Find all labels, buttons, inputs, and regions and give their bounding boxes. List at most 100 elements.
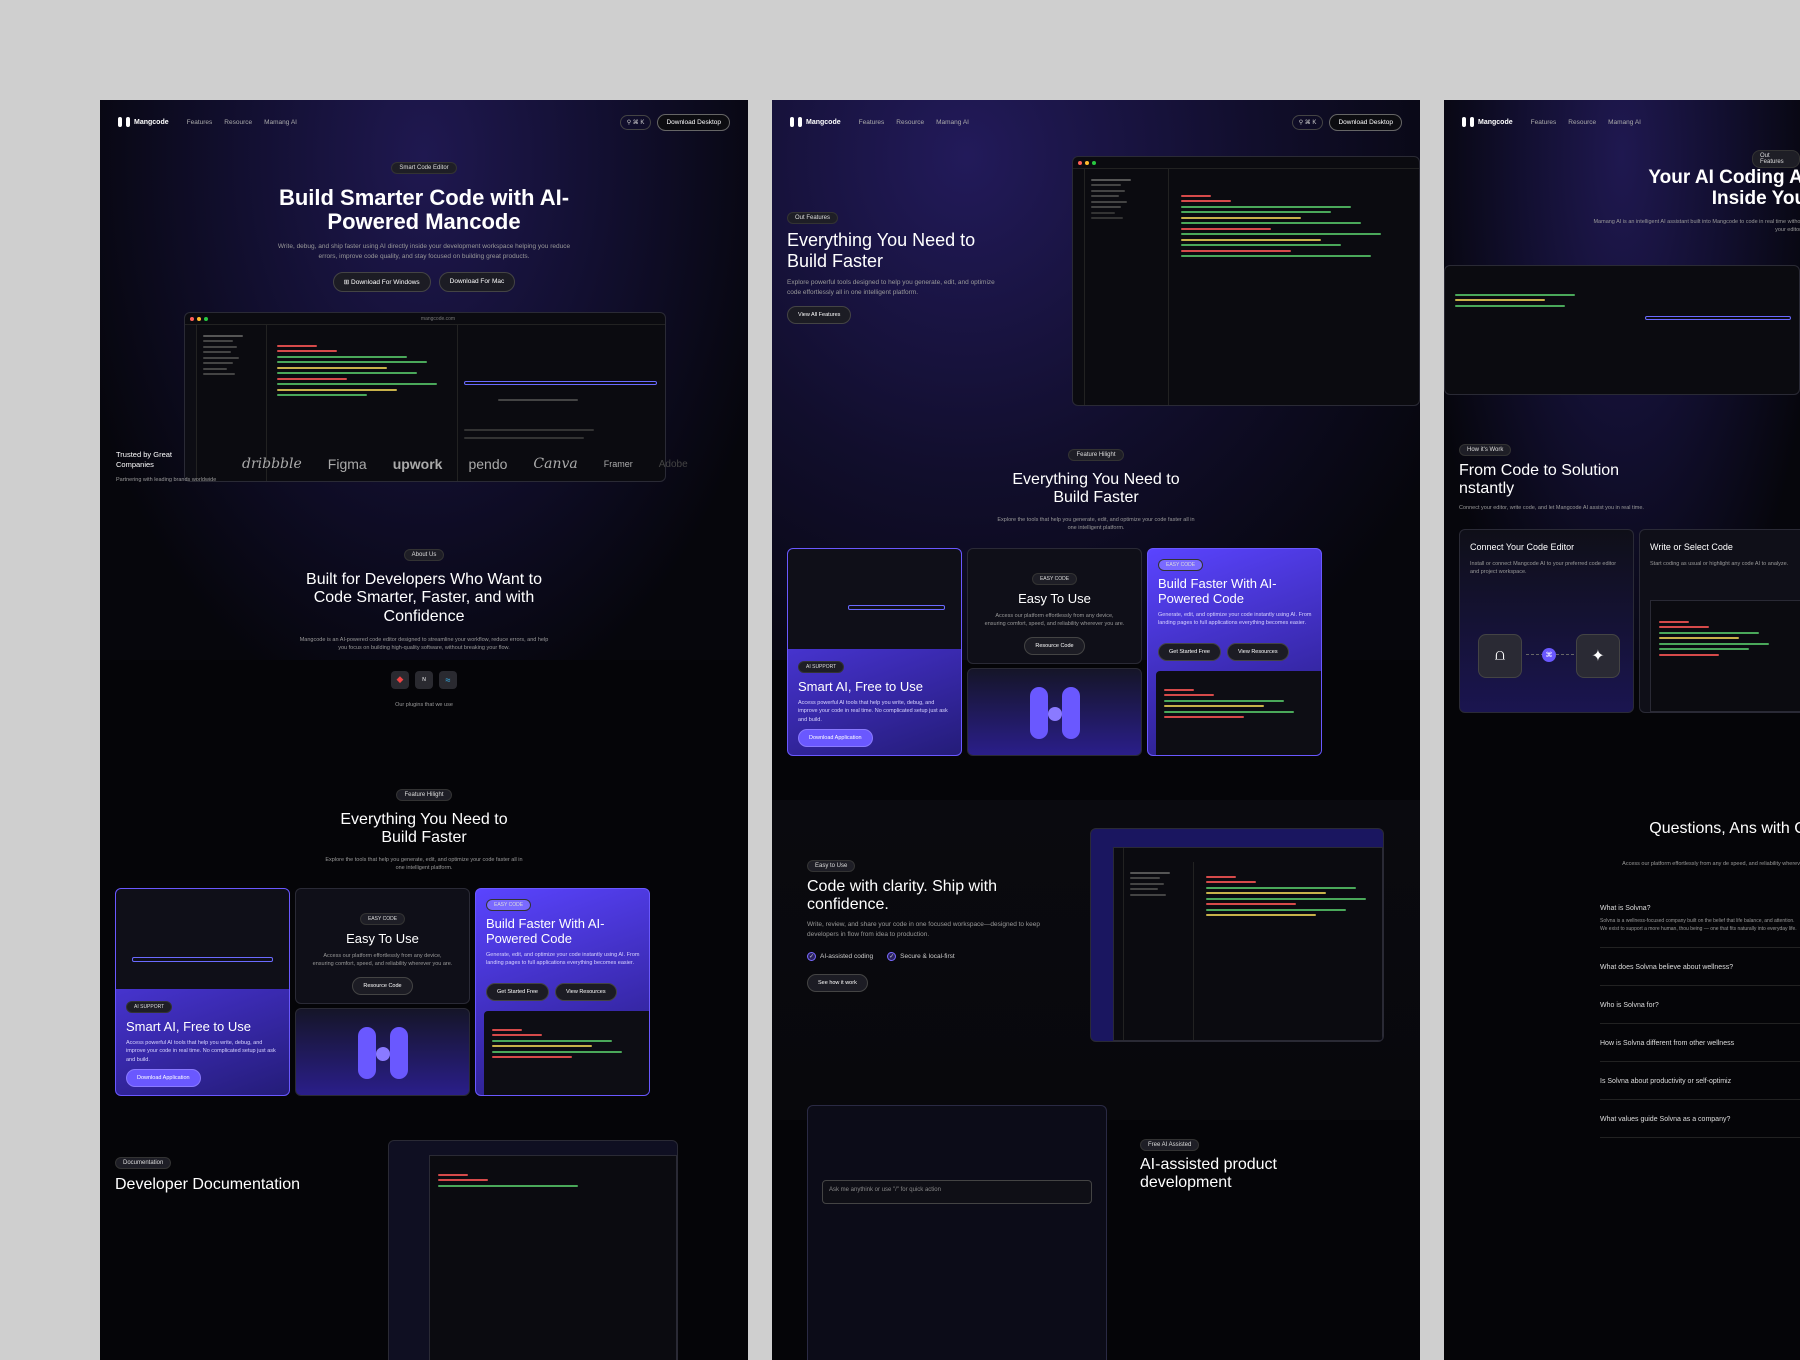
faq-question: How is Solvna different from other welln… [1600,1040,1735,1047]
ai-chat-card: Ask me anythink or use "/" for quick act… [807,1105,1107,1360]
shortcut-label: ⌘ K [632,119,645,126]
brand-name: Mangcode [806,118,841,126]
nav-links: Features Resource Mamang AI [187,119,297,126]
download-mac-label: Download For Mac [449,277,505,285]
documentation-mockup [388,1140,678,1360]
check-ai-assisted-label: AI-assisted coding [820,953,874,960]
check-ai-assisted: ✓ AI-assisted coding [807,952,873,961]
faq-question: What is Solvna? [1600,905,1651,912]
faq-answer: Solvna is a wellness-focused company bui… [1600,918,1797,932]
card-build-tag: EASY CODE [486,899,532,911]
see-how-it-works-button[interactable]: See how it work [807,974,868,992]
assistant-mockup [1444,265,1800,395]
about-title: Built for Developers Who Want to Code Sm… [306,571,542,625]
code-editor [273,337,453,404]
faq-item[interactable]: How is Solvna different from other welln… [1600,1040,1800,1062]
download-application-button[interactable]: Download Application [798,729,873,747]
plugins-caption: Our plugins that we use [395,701,453,708]
download-application-button[interactable]: Download Application [126,1069,201,1087]
feature-subtitle: Explore the tools that help you generate… [325,856,523,872]
brand-framer: Framer [603,459,633,469]
get-started-button[interactable]: Get Started Free [486,983,549,1001]
faq-item[interactable]: What does Solvna believe about wellness? [1600,964,1800,986]
sparkle-icon: ✦ [1576,634,1620,678]
nav-link-resource[interactable]: Resource [224,119,252,126]
resource-code-button[interactable]: Resource Code [352,976,413,995]
faq-item[interactable]: What values guide Solvna as a company? [1600,1116,1800,1138]
nav-link-mamang-ai[interactable]: Mamang AI [1608,119,1641,126]
logo-icon [1462,117,1474,127]
brand-logo[interactable]: Mangcode [118,117,169,127]
view-resources-button[interactable]: View Resources [1226,643,1289,661]
nav-link-resource[interactable]: Resource [1568,119,1596,126]
card-build-tag: EASY CODE [1158,559,1204,571]
card-easy-title: Easy To Use [346,931,419,946]
brand-dribbble: dribbble [242,456,302,472]
check-icon: ✓ [807,952,816,961]
card-build-text: Generate, edit, and optimize your code i… [1158,612,1312,627]
nav-link-features[interactable]: Features [187,119,213,126]
feature-title: Everything You Need to Build Faster [1012,471,1180,507]
brand-logo[interactable]: Mangcode [1462,117,1513,127]
card-logo [967,668,1142,756]
search-shortcut[interactable]: ⚲ ⌘ K [1291,114,1324,130]
card-smart-ai: AI SUPPORT Smart AI, Free to Use Access … [115,888,290,1096]
nav-link-mamang-ai[interactable]: Mamang AI [264,119,297,126]
resource-code-button[interactable]: Resource Code [1024,636,1085,655]
easy-subtitle: Write, review, and share your code in on… [807,921,1040,938]
feature-subtitle: Explore the tools that help you generate… [997,516,1195,532]
landing-panel-3: Mangcode Features Resource Mamang AI Out… [1444,100,1800,1360]
step-write-title: Write or Select Code [1650,542,1733,552]
view-all-features-button[interactable]: View All Features [787,306,852,324]
download-desktop-button[interactable]: Download Desktop [657,113,730,131]
top-nav: Mangcode Features Resource Mamang AI [1444,110,1800,134]
logo-icon [790,117,802,127]
landing-panel-1: Mangcode Features Resource Mamang AI ⚲ ⌘… [100,100,748,1360]
brand-figma: Figma [327,456,367,472]
nav-link-features[interactable]: Features [859,119,885,126]
faq-item[interactable]: What is Solvna? Solvna is a wellness-foc… [1600,905,1800,948]
editor-mockup [1072,156,1420,406]
faq-subtitle: Access our platform effortlessly from an… [1622,861,1800,867]
brand-name: Mangcode [1478,118,1513,126]
card-easy-text: Access our platform effortlessly from an… [312,953,453,968]
ask-ai-input[interactable]: Ask me anythink or use "/" for quick act… [822,1180,1092,1204]
features-subtitle: Explore powerful tools designed to help … [787,279,995,296]
search-shortcut[interactable]: ⚲ ⌘ K [619,114,652,130]
card-smart-ai-text: Access powerful AI tools that help you w… [798,700,948,723]
link-icon: ⌘ [1542,648,1556,662]
hero-pill: Smart Code Editor [391,162,457,174]
editor-url: mangcode.com [420,315,456,322]
brand-upwork: upwork [392,456,443,472]
hero-subtitle: Write, debug, and ship faster using AI d… [277,243,571,261]
faq-item[interactable]: Who is Solvna for? [1600,1002,1800,1024]
windows-icon: ⊞ [343,278,352,286]
download-windows-button[interactable]: ⊞ Download For Windows [332,271,431,292]
about-subtitle: Mangcode is an AI-powered code editor de… [299,637,549,652]
how-title: From Code to Solution nstantly [1459,462,1620,498]
laravel-icon: ◆ [391,670,409,689]
get-started-button[interactable]: Get Started Free [1158,643,1221,661]
plugin-icons: ◆ N ≈ [100,670,748,689]
faq-question: Is Solvna about productivity or self-opt… [1600,1078,1732,1085]
shortcut-label: ⌘ K [1304,119,1317,126]
download-windows-label: Download For Windows [351,278,420,286]
step-connect-title: Connect Your Code Editor [1470,542,1575,552]
brand-logo[interactable]: Mangcode [790,117,841,127]
faq-title: Questions, Ans with Car [1649,820,1800,837]
features-title: Everything You Need to Build Faster [787,230,976,271]
features-pill: Out Features [787,212,839,224]
brand-pendo: pendo [468,456,508,472]
download-mac-button[interactable]: Download For Mac [438,271,516,292]
view-resources-button[interactable]: View Resources [554,983,617,1001]
card-build-faster: EASY CODE Build Faster With AI-Powered C… [1147,548,1322,756]
nav-link-mamang-ai[interactable]: Mamang AI [936,119,969,126]
card-easy-to-use: EASY CODE Easy To Use Access our platfor… [967,548,1142,664]
feature-section: Feature Hilight Everything You Need to B… [100,783,748,872]
faq-item[interactable]: Is Solvna about productivity or self-opt… [1600,1078,1800,1100]
download-desktop-button[interactable]: Download Desktop [1329,113,1402,131]
landing-panel-2: Mangcode Features Resource Mamang AI ⚲ ⌘… [772,100,1420,1360]
faq-question: Who is Solvna for? [1600,1002,1659,1009]
nav-link-resource[interactable]: Resource [896,119,924,126]
nav-link-features[interactable]: Features [1531,119,1557,126]
